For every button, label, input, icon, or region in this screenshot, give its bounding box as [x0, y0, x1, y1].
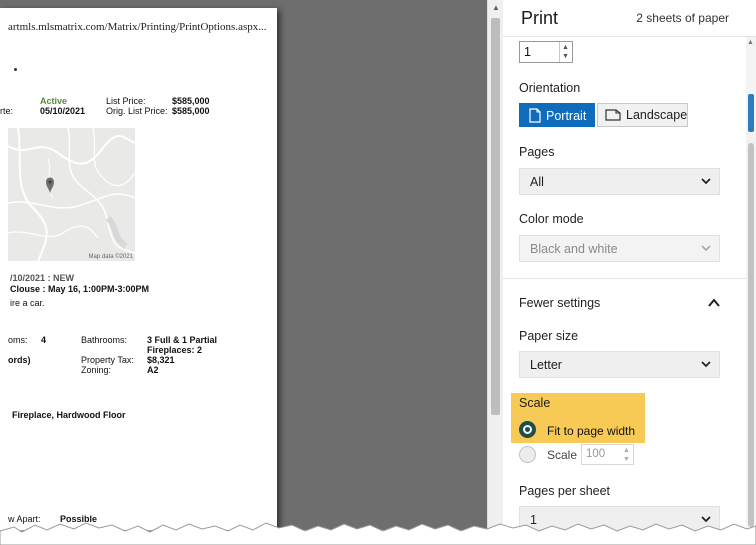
pages-per-sheet-label: Pages per sheet [519, 484, 611, 498]
scroll-up-arrow-icon[interactable]: ▲ [492, 3, 500, 12]
preview-scroll-thumb[interactable] [491, 18, 500, 415]
preview-list-price-value: $585,000 [172, 96, 210, 106]
landscape-page-icon [605, 109, 621, 121]
header-divider [503, 36, 756, 37]
pages-select-value: All [530, 175, 544, 189]
color-mode-select-value: Black and white [530, 242, 618, 256]
map-roads [8, 128, 135, 261]
preview-bathrooms-label: Bathrooms: [81, 335, 128, 345]
preview-property-tax-value: $8,321 [147, 355, 175, 365]
preview-status: Active [40, 96, 68, 106]
scale-input[interactable]: 100 ▲ ▼ [581, 444, 634, 465]
preview-history-line: /10/2021 : NEW [10, 273, 75, 283]
portrait-label: Portrait [546, 108, 587, 123]
portrait-page-icon [529, 108, 541, 123]
preview-orig-price-label: Orig. List Price: [106, 106, 168, 116]
preview-note-line: ire a car. [10, 298, 45, 308]
panel-scroll-indicator [748, 94, 754, 132]
section-divider [503, 278, 746, 279]
preview-zoning-value: A2 [147, 365, 159, 375]
chevron-down-icon [701, 245, 711, 252]
preview-date-label: rte: [0, 106, 14, 116]
preview-map-credit: Map data ©2021 [88, 254, 133, 260]
pages-select[interactable]: All [519, 168, 720, 195]
paper-size-select-value: Letter [530, 358, 562, 372]
color-mode-select[interactable]: Black and white [519, 235, 720, 262]
preview-page: artmls.mlsmatrix.com/Matrix/Printing/Pri… [0, 8, 277, 530]
paper-size-select[interactable]: Letter [519, 351, 720, 378]
preview-date-value: 05/10/2021 [40, 106, 86, 116]
preview-scrollbar[interactable]: ▲ [487, 0, 503, 530]
chevron-down-icon [701, 361, 711, 368]
map-pin-icon [46, 177, 54, 194]
preview-map-image: Map data ©2021 [8, 128, 135, 261]
preview-open-house-line: Clouse : May 16, 1:00PM-3:00PM [10, 284, 150, 294]
fewer-settings-toggle[interactable]: Fewer settings [519, 296, 600, 310]
preview-url-text: artmls.mlsmatrix.com/Matrix/Printing/Pri… [8, 21, 267, 33]
color-mode-label: Color mode [519, 212, 584, 226]
decrement-arrow-icon[interactable]: ▼ [562, 52, 569, 61]
pages-label: Pages [519, 145, 555, 159]
preview-fireplaces-line: Fireplaces: 2 [147, 345, 203, 355]
preview-property-tax-label: Property Tax: [81, 355, 134, 365]
fit-to-page-radio[interactable] [519, 421, 536, 438]
sheet-count: 2 sheets of paper [636, 11, 729, 25]
scale-input-value: 100 [586, 448, 606, 460]
landscape-button[interactable]: Landscape [597, 103, 688, 127]
print-preview-area: artmls.mlsmatrix.com/Matrix/Printing/Pri… [0, 0, 487, 530]
panel-scroll-thumb[interactable] [748, 143, 754, 527]
paper-size-label: Paper size [519, 329, 579, 343]
print-title: Print [521, 8, 559, 28]
preview-orig-price-value: $585,000 [172, 106, 210, 116]
preview-rooms-label: oms: [8, 335, 28, 345]
chevron-down-icon [701, 178, 711, 185]
print-settings-panel: Print 2 sheets of paper 1 ▲ ▼ Orientatio… [503, 0, 756, 533]
copies-arrows[interactable]: ▲ ▼ [559, 42, 572, 62]
custom-scale-label[interactable]: Scale [547, 448, 577, 462]
preview-zoning-label: Zoning: [81, 365, 112, 375]
preview-list-price-label: List Price: [106, 96, 146, 106]
fit-to-page-label[interactable]: Fit to page width [547, 424, 635, 438]
copies-stepper[interactable]: 1 ▲ ▼ [519, 41, 573, 63]
portrait-button[interactable]: Portrait [519, 103, 595, 127]
orientation-label: Orientation [519, 81, 581, 95]
increment-arrow-icon[interactable]: ▲ [562, 43, 569, 52]
torn-edge-decoration [0, 522, 756, 545]
increment-arrow-icon[interactable]: ▲ [623, 446, 630, 455]
scroll-up-arrow-icon[interactable]: ▲ [747, 39, 754, 46]
preview-bathrooms-value: 3 Full & 1 Partial [147, 335, 218, 345]
panel-scrollbar[interactable]: ▲ [746, 37, 756, 530]
preview-features-line: Fireplace, Hardwood Floor [12, 410, 126, 420]
landscape-label: Landscape [626, 108, 688, 122]
preview-records-fragment: ords) [8, 355, 31, 365]
copies-value[interactable]: 1 [524, 45, 531, 59]
decrement-arrow-icon[interactable]: ▼ [623, 455, 630, 464]
scale-section-label: Scale [519, 396, 551, 410]
scale-arrows[interactable]: ▲ ▼ [621, 445, 633, 464]
preview-rooms-value: 4 [41, 335, 47, 345]
custom-scale-radio[interactable] [519, 446, 536, 463]
chevron-up-icon[interactable] [707, 297, 721, 309]
preview-bullet [14, 68, 17, 71]
